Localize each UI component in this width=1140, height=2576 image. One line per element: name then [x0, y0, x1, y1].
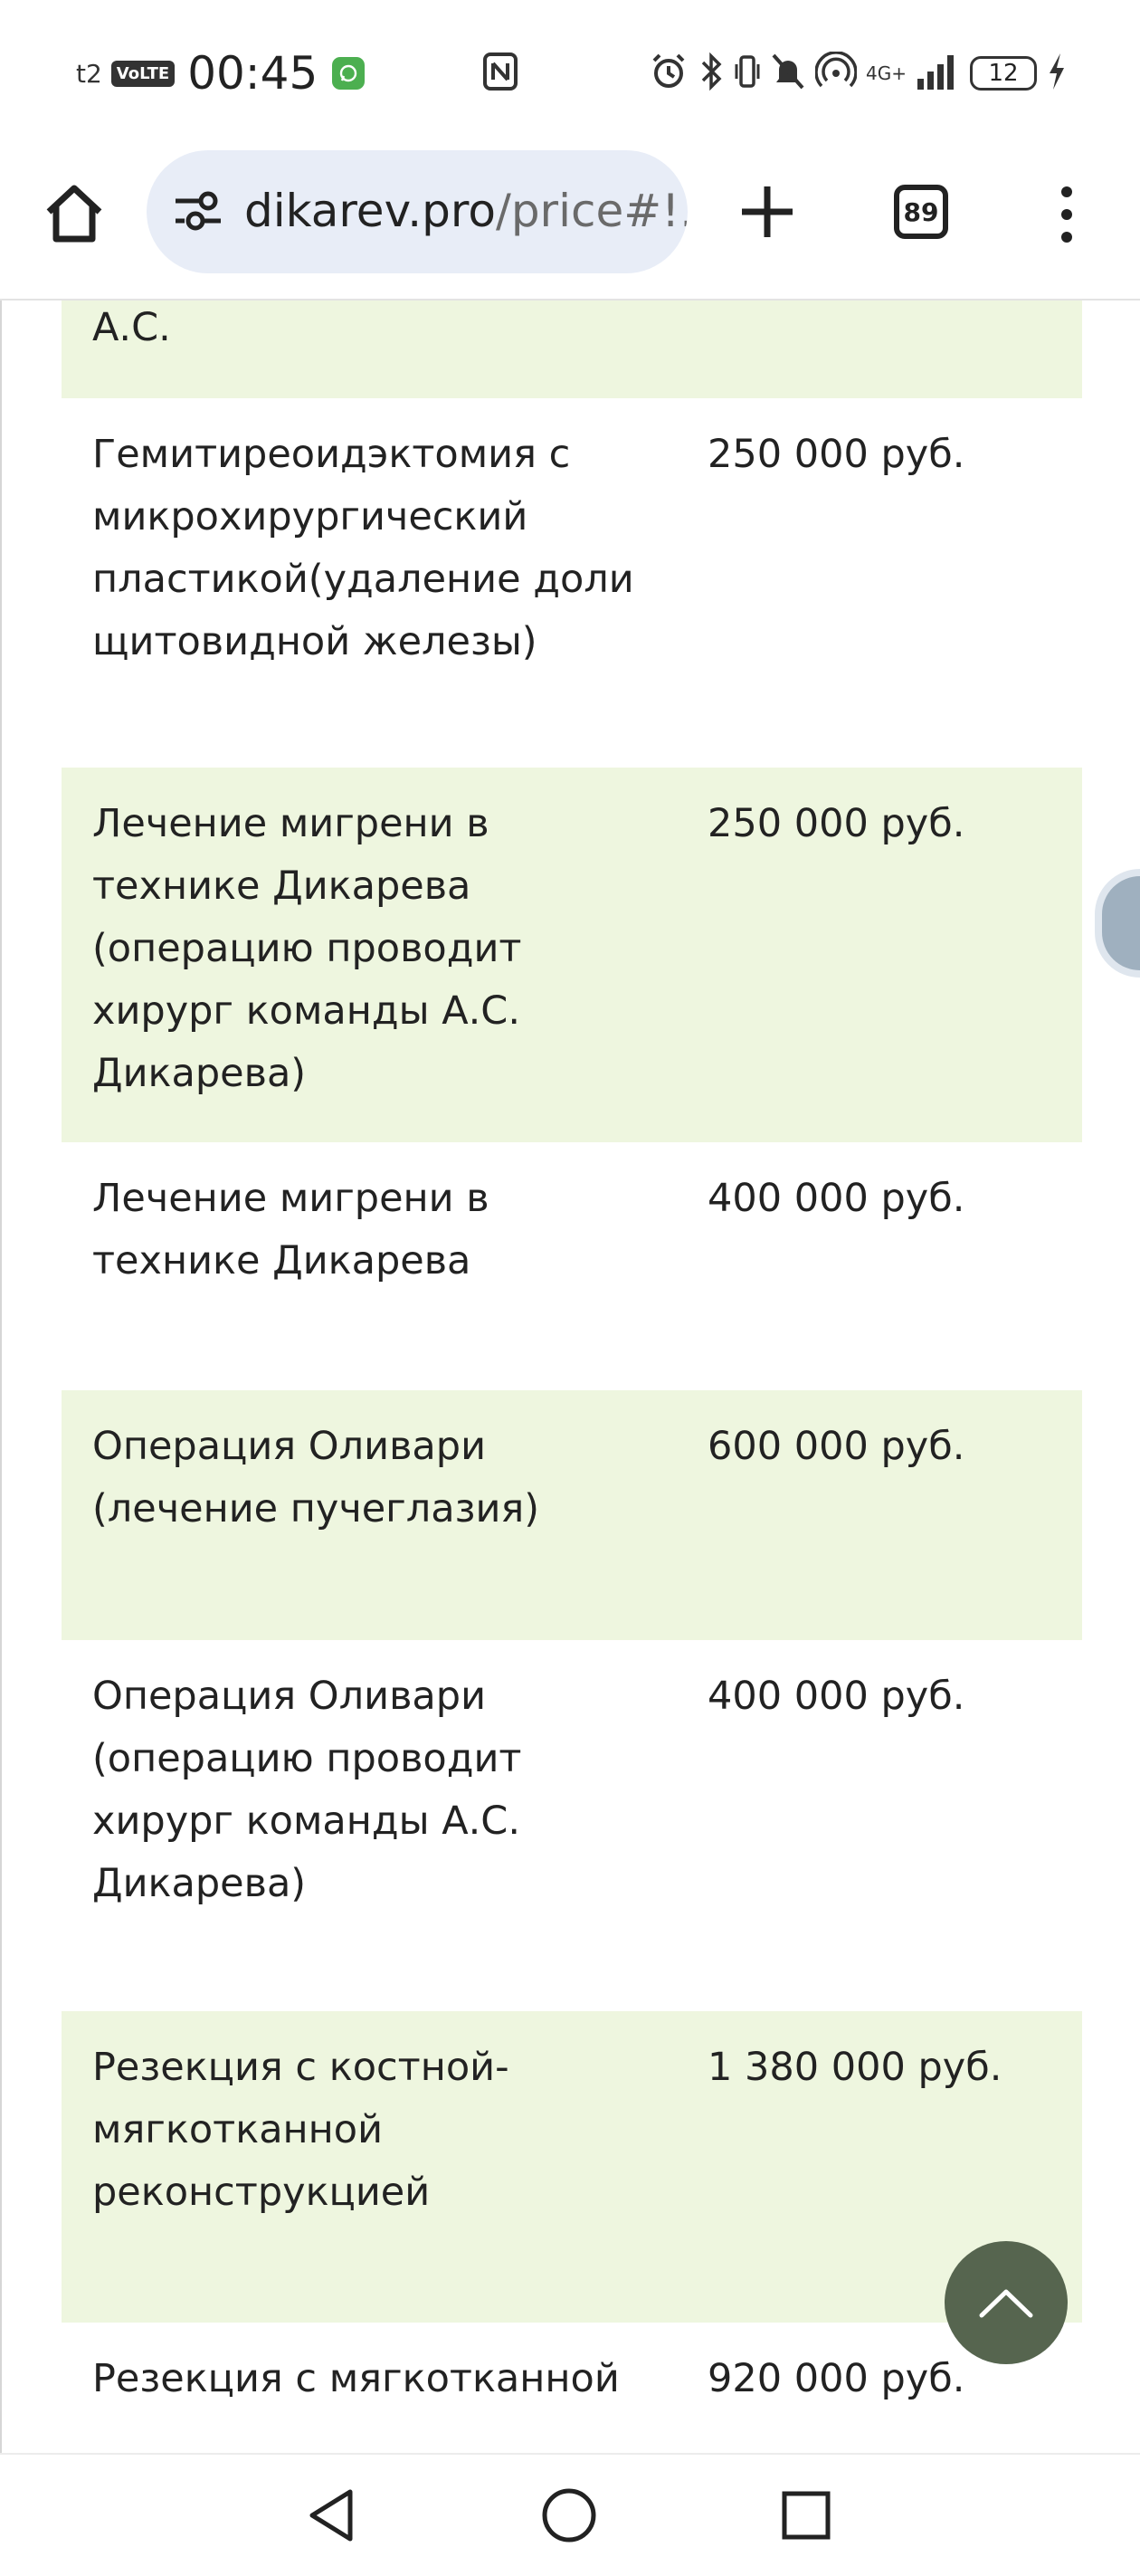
system-nav-bar [0, 2453, 1140, 2576]
service-price: 400 000 руб. [708, 1176, 965, 1221]
arrow-up-icon [979, 2289, 1033, 2318]
hotspot-icon [814, 51, 858, 95]
price-row: Лечение мигрени в технике Дикарева (опер… [62, 768, 1082, 1142]
service-name: Лечение мигрени в технике Дикарева (опер… [92, 801, 522, 1096]
new-tab-button[interactable] [733, 177, 802, 250]
plus-icon [742, 186, 793, 237]
service-price: 920 000 руб. [708, 2356, 965, 2401]
url-text: dikarev.pro/price#!. [244, 185, 688, 237]
price-row: Гемитиреоидэктомия с микрохирургический … [62, 398, 1082, 672]
price-row: А.С. [62, 301, 1082, 398]
browser-toolbar: dikarev.pro/price#!. 89 [0, 136, 1140, 301]
service-name: Резекция с мягкотканной [92, 2356, 620, 2401]
back-button[interactable] [300, 2484, 364, 2547]
back-icon [309, 2489, 353, 2542]
more-vert-icon [1061, 186, 1072, 243]
bluetooth-icon [698, 52, 725, 95]
home-icon [46, 185, 102, 243]
vibrate-icon [734, 52, 761, 95]
service-price: 250 000 руб. [708, 801, 965, 846]
mute-icon [770, 52, 806, 95]
nfc-icon [480, 51, 521, 96]
tune-icon[interactable] [172, 188, 224, 237]
battery-icon: 12 [970, 56, 1037, 91]
tabs-button[interactable]: 89 [894, 185, 948, 239]
status-left: t2 VoLTE 00:45 [76, 47, 366, 100]
service-name: А.С. [92, 305, 171, 350]
network-type-label: 4G+ [866, 62, 907, 84]
service-name: Операция Оливари (операцию проводит хиру… [92, 1674, 522, 1906]
more-menu-button[interactable] [1053, 183, 1080, 246]
price-row: Резекция с костной-мягкотканной реконстр… [62, 2011, 1082, 2323]
charging-icon [1046, 52, 1068, 95]
page-content: А.С. Гемитиреоидэктомия с микрохирургиче… [0, 301, 1140, 2455]
clock: 00:45 [187, 47, 318, 100]
price-row: Резекция с мягкотканной 920 000 руб. [62, 2323, 1082, 2455]
url-path: /price#!. [495, 185, 688, 237]
scroll-to-top-button[interactable] [945, 2241, 1068, 2364]
price-row: Лечение мигрени в технике Дикарева 400 0… [62, 1142, 1082, 1390]
recents-button[interactable] [774, 2484, 838, 2547]
service-name: Резекция с костной-мягкотканной реконстр… [92, 2045, 509, 2215]
status-right: 4G+ 12 [649, 47, 1068, 100]
service-name: Гемитиреоидэктомия с микрохирургический … [92, 432, 634, 664]
signal-icon [916, 52, 961, 95]
carrier-label: t2 [76, 58, 102, 89]
home-circle-icon [542, 2488, 596, 2543]
recents-icon [782, 2491, 831, 2540]
status-bar: t2 VoLTE 00:45 4G+ 12 [0, 0, 1140, 136]
home-button[interactable] [40, 179, 109, 248]
price-row: Операция Оливари (операцию проводит хиру… [62, 1640, 1082, 2011]
service-price: 400 000 руб. [708, 1674, 965, 1719]
service-name: Лечение мигрени в технике Дикарева [92, 1176, 489, 1283]
service-price: 250 000 руб. [708, 432, 965, 477]
url-domain: dikarev.pro [244, 185, 496, 237]
service-name: Операция Оливари (лечение пучеглазия) [92, 1424, 540, 1531]
whatsapp-icon [332, 57, 366, 90]
address-bar[interactable]: dikarev.pro/price#!. [147, 150, 688, 273]
alarm-icon [649, 52, 689, 95]
service-price: 600 000 руб. [708, 1424, 965, 1469]
home-nav-button[interactable] [537, 2484, 601, 2547]
volte-badge: VoLTE [110, 60, 176, 87]
tab-count: 89 [903, 196, 939, 227]
price-row: Операция Оливари (лечение пучеглазия) 60… [62, 1390, 1082, 1640]
service-price: 1 380 000 руб. [708, 2045, 1002, 2090]
